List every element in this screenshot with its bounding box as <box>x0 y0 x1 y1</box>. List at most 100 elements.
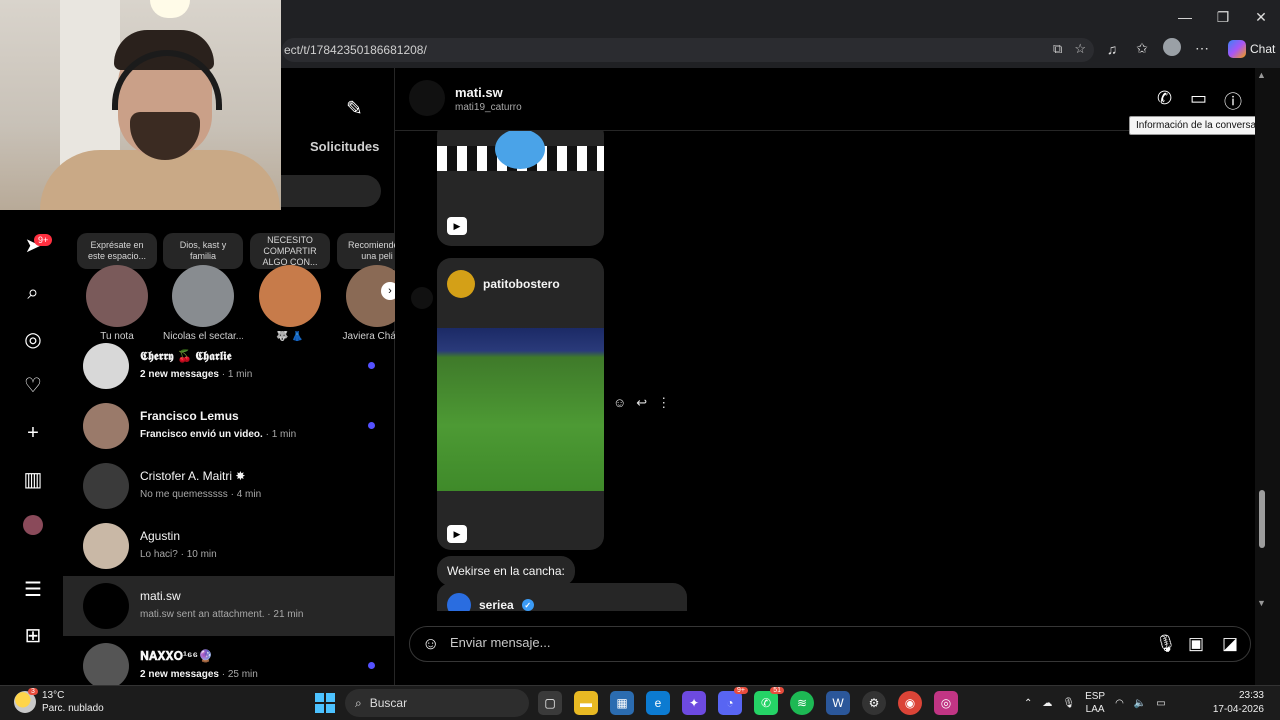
new-message-icon[interactable]: ✎ <box>346 96 363 121</box>
image-upload-icon[interactable]: ▣ <box>1188 634 1204 654</box>
scroll-thumb[interactable] <box>1259 490 1265 548</box>
info-icon[interactable]: ⓘ <box>1224 88 1242 114</box>
address-bar[interactable]: ect/t/17842350186681208/ ⧉ ☆ <box>282 38 1094 62</box>
profile-avatar[interactable] <box>1162 38 1182 59</box>
note-item[interactable]: NECESITO COMPARTIR ALGO CON... 🐺 👗 <box>250 233 330 342</box>
thread-preview: mati.sw sent an attachment. · 21 min <box>140 609 304 620</box>
create-plus-icon[interactable]: + <box>20 420 46 446</box>
page-scrollbar[interactable]: ▲ ▼ <box>1255 68 1280 685</box>
favorite-star-icon[interactable]: ☆ <box>1074 41 1086 57</box>
emoji-icon[interactable]: ☺ <box>422 634 439 654</box>
chrome-icon[interactable]: ◉ <box>898 691 922 715</box>
note-item[interactable]: Dios, kast y familia Nicolas el sectar..… <box>163 233 243 342</box>
wifi-icon[interactable]: ◠ <box>1115 698 1124 709</box>
word-icon[interactable]: W <box>826 691 850 715</box>
task-view-icon[interactable]: ▢ <box>538 691 562 715</box>
text-message[interactable]: Wekirse en la cancha: <box>437 556 575 586</box>
minimize-button[interactable]: — <box>1166 0 1204 34</box>
thread-item-active[interactable]: mati.sw mati.sw sent an attachment. · 21… <box>63 576 395 636</box>
edge-icon[interactable]: e <box>646 691 670 715</box>
copilot-app-icon[interactable]: ✦ <box>682 691 706 715</box>
favorites-icon[interactable]: ✩ <box>1132 40 1152 57</box>
dashboard-icon[interactable]: ▥ <box>20 466 46 492</box>
restore-button[interactable]: ❐ <box>1204 0 1242 34</box>
extensions-icon[interactable]: ♫ <box>1102 41 1122 57</box>
sender-avatar <box>411 287 433 309</box>
instagram-icon[interactable]: ◎ <box>934 691 958 715</box>
clock[interactable]: 23:33 17-04-2026 <box>1206 689 1264 717</box>
search-icon[interactable]: ⌕ <box>20 280 46 306</box>
video-call-icon[interactable]: ▭ <box>1190 88 1207 109</box>
unread-dot <box>368 662 375 669</box>
thread-name: 𝕮𝖍𝖊𝖗𝖗𝖞 🍒 𝕮𝖍𝖆𝖗𝖑𝖎𝖊 <box>140 349 232 363</box>
thread-preview: 2 new messages · 25 min <box>140 669 258 680</box>
scroll-up-arrow[interactable]: ▲ <box>1257 70 1266 80</box>
start-button[interactable] <box>315 693 335 713</box>
notes-row: Exprésate en este espacio... Tu nota Dio… <box>77 233 395 343</box>
post-author[interactable]: patitobostero <box>447 270 560 298</box>
conversation-username: mati19_caturro <box>455 102 522 113</box>
thread-name: Agustin <box>140 529 181 543</box>
battery-icon[interactable]: ▭ <box>1156 698 1165 709</box>
react-emoji-icon[interactable]: ☺ <box>613 395 626 411</box>
microphone-icon[interactable]: 🎙 <box>1062 698 1075 709</box>
more-menu-icon[interactable]: ⋯ <box>1192 40 1212 57</box>
store-icon[interactable]: ▦ <box>610 691 634 715</box>
shared-post-message[interactable]: patitobostero ▶ <box>437 258 604 550</box>
avatar[interactable] <box>409 80 445 116</box>
thread-item[interactable]: 𝐍𝐀𝐗𝐗𝐎¹⁶⁶🔮 2 new messages · 25 min <box>63 636 395 685</box>
steam-icon[interactable]: ⚙ <box>862 691 886 715</box>
note-avatar <box>86 265 148 327</box>
chevron-up-icon[interactable]: ⌃ <box>1024 698 1032 709</box>
time: 23:33 <box>1238 690 1264 701</box>
thread-name: Francisco Lemus <box>140 409 239 423</box>
whatsapp-icon[interactable]: ✆ 51 <box>754 687 784 715</box>
taskbar-search[interactable]: ⌕ Buscar <box>345 689 529 717</box>
verified-badge-icon: ✓ <box>521 599 534 611</box>
weather-widget[interactable]: 3 13°C Parc. nublado <box>14 688 104 715</box>
file-explorer-icon[interactable]: ▬ <box>574 691 598 715</box>
explore-icon[interactable]: ◎ <box>20 326 46 352</box>
phone-call-icon[interactable]: ✆ <box>1157 88 1172 109</box>
notifications-heart-icon[interactable]: ♡ <box>20 372 46 398</box>
avatar <box>447 593 471 611</box>
message-input[interactable] <box>450 635 1130 650</box>
apps-grid-icon[interactable]: ⊞ <box>20 622 46 648</box>
microphone-icon[interactable]: 🎙 <box>1155 634 1177 654</box>
copilot-chat-button[interactable]: Chat <box>1228 39 1275 58</box>
thread-item[interactable]: 𝕮𝖍𝖊𝖗𝖗𝖞 🍒 𝕮𝖍𝖆𝖗𝖑𝖎𝖊 2 new messages · 1 min <box>63 336 395 396</box>
profile-avatar[interactable] <box>20 512 46 538</box>
note-bubble: NECESITO COMPARTIR ALGO CON... <box>250 233 330 269</box>
video-message[interactable]: ▶ <box>437 131 604 246</box>
thread-preview: Francisco envió un video. · 1 min <box>140 429 297 440</box>
requests-tab[interactable]: Solicitudes <box>310 139 379 154</box>
close-window-button[interactable]: ✕ <box>1242 0 1280 34</box>
discord-icon[interactable]: ◔ 9+ <box>718 687 748 715</box>
language-indicator[interactable]: ESP LAA <box>1085 690 1105 716</box>
note-item[interactable]: Exprésate en este espacio... Tu nota <box>77 233 157 342</box>
play-icon[interactable]: ▶ <box>447 525 467 543</box>
scroll-down-arrow[interactable]: ▼ <box>1257 598 1266 608</box>
open-in-app-icon[interactable]: ⧉ <box>1053 41 1062 57</box>
note-bubble: Dios, kast y familia <box>163 233 243 269</box>
reply-icon[interactable]: ↩ <box>636 395 647 411</box>
thread-item[interactable]: Francisco Lemus Francisco envió un video… <box>63 396 395 456</box>
more-options-icon[interactable]: ⋮ <box>657 395 670 411</box>
thread-item[interactable]: Agustin Lo haci? · 10 min <box>63 516 395 576</box>
message-area: ▶ patitobostero ▶ ☺ ↩ ⋮ Wekirse en la ca… <box>395 131 1250 611</box>
sticker-icon[interactable]: ◪ <box>1222 634 1238 654</box>
message-actions: ☺ ↩ ⋮ <box>613 395 670 411</box>
menu-hamburger-icon[interactable]: ☰ <box>20 576 46 602</box>
inbox-search[interactable] <box>281 175 381 207</box>
play-icon[interactable]: ▶ <box>447 217 467 235</box>
unread-dot <box>368 362 375 369</box>
cloud-icon[interactable]: ☁ <box>1042 698 1052 709</box>
chevron-right-icon[interactable]: › <box>381 282 395 300</box>
url-text: ect/t/17842350186681208/ <box>284 43 427 57</box>
webcam-overlay <box>0 0 281 210</box>
thread-item[interactable]: Cristofer A. Maitri ✸ No me quemesssss ·… <box>63 456 395 516</box>
conversation-name[interactable]: mati.sw <box>455 85 503 100</box>
spotify-icon[interactable]: ≋ <box>790 691 814 715</box>
volume-icon[interactable]: 🔈 <box>1134 698 1146 709</box>
shared-profile-card[interactable]: seriea ✓ <box>437 583 687 611</box>
